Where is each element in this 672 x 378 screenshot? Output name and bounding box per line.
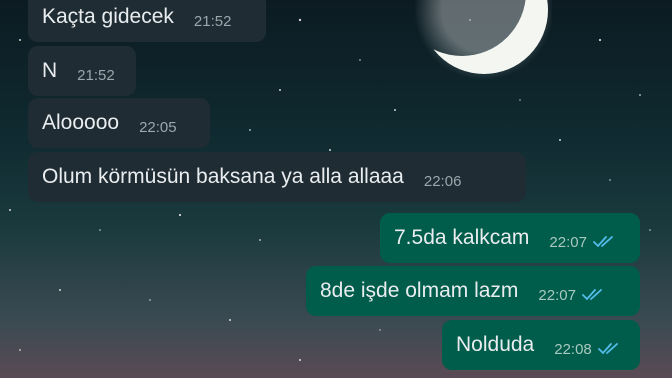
message-text: 7.5da kalkcam xyxy=(394,226,530,249)
double-check-read-icon xyxy=(597,343,618,355)
message-text: 8de işde olmam lazm xyxy=(320,279,519,302)
double-check-read-icon xyxy=(582,289,602,301)
message-text: Nolduda xyxy=(456,333,535,356)
message-text: Kaçta gidecek xyxy=(42,5,174,28)
message-time: 22:05 xyxy=(139,118,177,136)
incoming-message[interactable]: Alooooo 22:05 xyxy=(28,98,210,148)
outgoing-message[interactable]: 8de işde olmam lazm 22:07 xyxy=(306,266,640,316)
outgoing-message[interactable]: 7.5da kalkcam 22:07 xyxy=(380,213,640,263)
message-text: Olum körmüsün baksana ya alla allaaa xyxy=(42,165,404,188)
message-time: 21:52 xyxy=(193,12,232,30)
incoming-message[interactable]: N 21:52 xyxy=(28,46,136,96)
message-time: 22:07 xyxy=(538,286,576,304)
incoming-message[interactable]: Kaçta gidecek 21:52 xyxy=(28,0,266,42)
message-time: 21:52 xyxy=(77,66,115,84)
message-text: N xyxy=(42,59,58,82)
message-time: 22:07 xyxy=(549,233,587,251)
message-time: 22:06 xyxy=(423,172,462,190)
chat-thread: Kaçta gidecek 21:52 N 21:52 Alooooo 22:0… xyxy=(0,0,672,378)
message-text: Alooooo xyxy=(42,111,120,134)
outgoing-message[interactable]: Nolduda 22:08 xyxy=(442,320,640,370)
incoming-message[interactable]: Olum körmüsün baksana ya alla allaaa 22:… xyxy=(28,152,526,202)
double-check-read-icon xyxy=(593,236,613,248)
message-time: 22:08 xyxy=(554,340,592,358)
